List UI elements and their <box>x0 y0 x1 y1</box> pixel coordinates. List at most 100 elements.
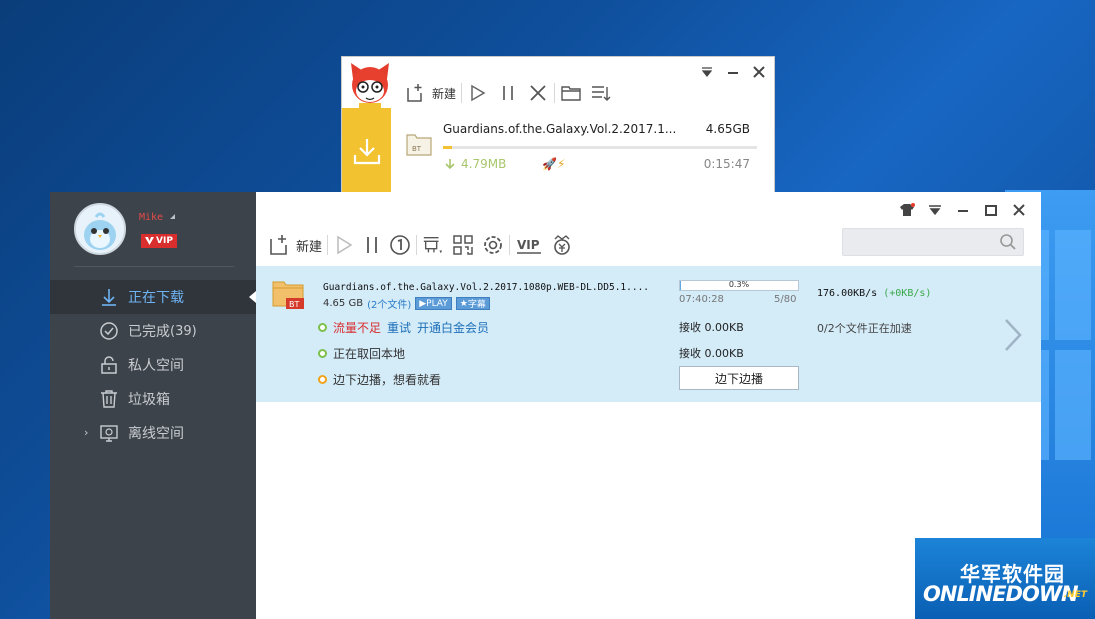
task-speed-value: 176.00KB/s <box>817 288 878 299</box>
sort-icon[interactable] <box>590 82 612 104</box>
dropdown-icon[interactable] <box>700 65 714 79</box>
watermark-en: ONLINEDOWN <box>923 582 1079 606</box>
toolbar-divider <box>554 83 556 103</box>
mini-task-size: 4.65GB <box>705 122 750 136</box>
mini-download-tab[interactable] <box>342 108 391 196</box>
task-file-count[interactable]: (2个文件) <box>367 296 411 311</box>
pause-icon[interactable] <box>361 234 383 256</box>
sidebar-item-completed[interactable]: 已完成 (39) <box>50 314 256 348</box>
mini-new-task-label: 新建 <box>432 86 457 101</box>
task-row[interactable]: BT Guardians.of.the.Galaxy.Vol.2.2017.10… <box>256 266 1041 402</box>
mini-progress-bar <box>443 146 757 149</box>
down-arrow-icon <box>445 159 455 170</box>
user-menu-caret-icon[interactable] <box>170 214 175 219</box>
retry-link[interactable]: 重试 <box>387 319 411 336</box>
window-controls <box>899 202 1027 218</box>
sidebar-item-offline-space[interactable]: › 离线空间 <box>50 416 256 450</box>
username[interactable]: Mike <box>139 212 163 223</box>
qr-code-icon[interactable] <box>452 234 474 256</box>
vip-icon[interactable]: VIP <box>515 234 543 256</box>
folder-icon[interactable] <box>560 82 582 104</box>
status-stream: 边下边播，想看就看 <box>318 371 441 388</box>
play-tag-label: PLAY <box>426 298 448 309</box>
delete-icon[interactable] <box>527 82 549 104</box>
upgrade-platinum-link[interactable]: 开通白金会员 <box>417 319 489 336</box>
mini-speed: 4.79MB <box>445 157 506 171</box>
mini-time-left: 0:15:47 <box>703 157 750 171</box>
task-pieces: 5/80 <box>774 294 797 305</box>
sidebar-item-label: 已完成 <box>128 324 170 340</box>
skin-icon[interactable] <box>899 202 915 218</box>
mini-new-task-button[interactable]: 新建 <box>404 82 456 104</box>
plan-icon[interactable] <box>422 234 444 256</box>
search-box[interactable] <box>842 228 1024 256</box>
close-icon[interactable] <box>1011 202 1027 218</box>
sidebar-nav: 正在下载 已完成 (39) 私人空间 垃圾箱 › 离线空间 <box>50 280 256 450</box>
trash-icon <box>98 388 120 410</box>
recv-value-2: 接收 0.00KB <box>679 347 744 360</box>
settings-icon[interactable] <box>482 234 504 256</box>
new-task-icon <box>268 234 290 256</box>
minimize-icon[interactable] <box>955 202 971 218</box>
vip-label: VIP <box>156 236 173 246</box>
task-subline: 4.65 GB (2个文件) ▶ PLAY ★ 字幕 <box>323 296 490 311</box>
expand-arrow-icon[interactable]: › <box>84 426 88 439</box>
svg-text:VIP: VIP <box>517 238 540 252</box>
minimize-icon[interactable] <box>726 65 740 79</box>
limit-speed-icon[interactable] <box>389 234 411 256</box>
maximize-icon[interactable] <box>983 202 999 218</box>
close-icon[interactable] <box>752 65 766 79</box>
toolbar-divider <box>416 235 418 255</box>
task-title[interactable]: Guardians.of.the.Galaxy.Vol.2.2017.1080p… <box>323 282 665 293</box>
task-size: 4.65 GB <box>323 298 364 309</box>
mini-window-controls <box>700 65 766 79</box>
new-task-button[interactable]: 新建 <box>268 234 322 256</box>
mini-task-name[interactable]: Guardians.of.the.Galaxy.Vol.2.2017.1... <box>443 122 693 136</box>
completed-count: (39) <box>170 323 197 339</box>
play-icon[interactable] <box>333 234 355 256</box>
rocket-boost-icon: 🚀⚡ <box>542 157 566 171</box>
avatar[interactable] <box>74 203 126 255</box>
menu-icon[interactable] <box>927 202 943 218</box>
task-speed: 176.00KB/s (+0KB/s) <box>817 288 931 299</box>
search-icon[interactable] <box>999 233 1017 254</box>
sidebar-item-label: 正在下载 <box>128 290 184 306</box>
vip-badge[interactable]: VIP <box>141 234 177 248</box>
pause-icon[interactable] <box>497 82 519 104</box>
subtitle-tag[interactable]: ★ 字幕 <box>455 297 490 310</box>
toolbar-divider <box>509 235 511 255</box>
status-traffic: 流量不足 重试 开通白金会员 <box>318 319 489 336</box>
mini-speed-value: 4.79MB <box>461 157 507 171</box>
download-icon <box>98 286 120 308</box>
svg-text:BT: BT <box>412 145 422 153</box>
sidebar-item-trash[interactable]: 垃圾箱 <box>50 382 256 416</box>
traffic-insufficient-text: 流量不足 <box>333 321 382 335</box>
mini-toolbar: 新建 <box>404 81 612 105</box>
download-icon <box>353 139 380 165</box>
check-circle-icon <box>98 320 120 342</box>
sidebar-item-label: 私人空间 <box>128 358 184 374</box>
fox-mascot-icon <box>351 63 389 110</box>
sidebar: Mike VIP 正在下载 已完成 (39) 私人空间 垃圾箱 › 离线空间 <box>50 192 256 619</box>
sidebar-divider <box>74 266 234 267</box>
play-tag[interactable]: ▶ PLAY <box>415 297 452 310</box>
bird-avatar-icon <box>84 212 116 250</box>
search-input[interactable] <box>843 229 993 255</box>
sidebar-item-label: 离线空间 <box>128 426 184 442</box>
chevron-right-icon[interactable] <box>1003 318 1023 355</box>
play-icon[interactable] <box>467 82 489 104</box>
yuan-icon[interactable] <box>551 234 573 256</box>
bt-file-icon: BT <box>406 134 432 156</box>
sidebar-item-label: 垃圾箱 <box>128 392 170 408</box>
watermark-suffix: .NET <box>1063 590 1087 600</box>
stream-play-button[interactable]: 边下边播 <box>679 366 799 390</box>
status-retrieving: 正在取回本地 <box>318 345 405 362</box>
toolbar-divider <box>461 83 463 103</box>
sidebar-item-private-space[interactable]: 私人空间 <box>50 348 256 382</box>
status-dot-icon <box>318 349 327 358</box>
sidebar-item-downloading[interactable]: 正在下载 <box>50 280 256 314</box>
mini-progress-fill <box>443 146 453 149</box>
cloud-monitor-icon <box>98 422 120 444</box>
svg-text:BT: BT <box>289 300 299 309</box>
task-eta: 07:40:28 <box>679 294 724 305</box>
